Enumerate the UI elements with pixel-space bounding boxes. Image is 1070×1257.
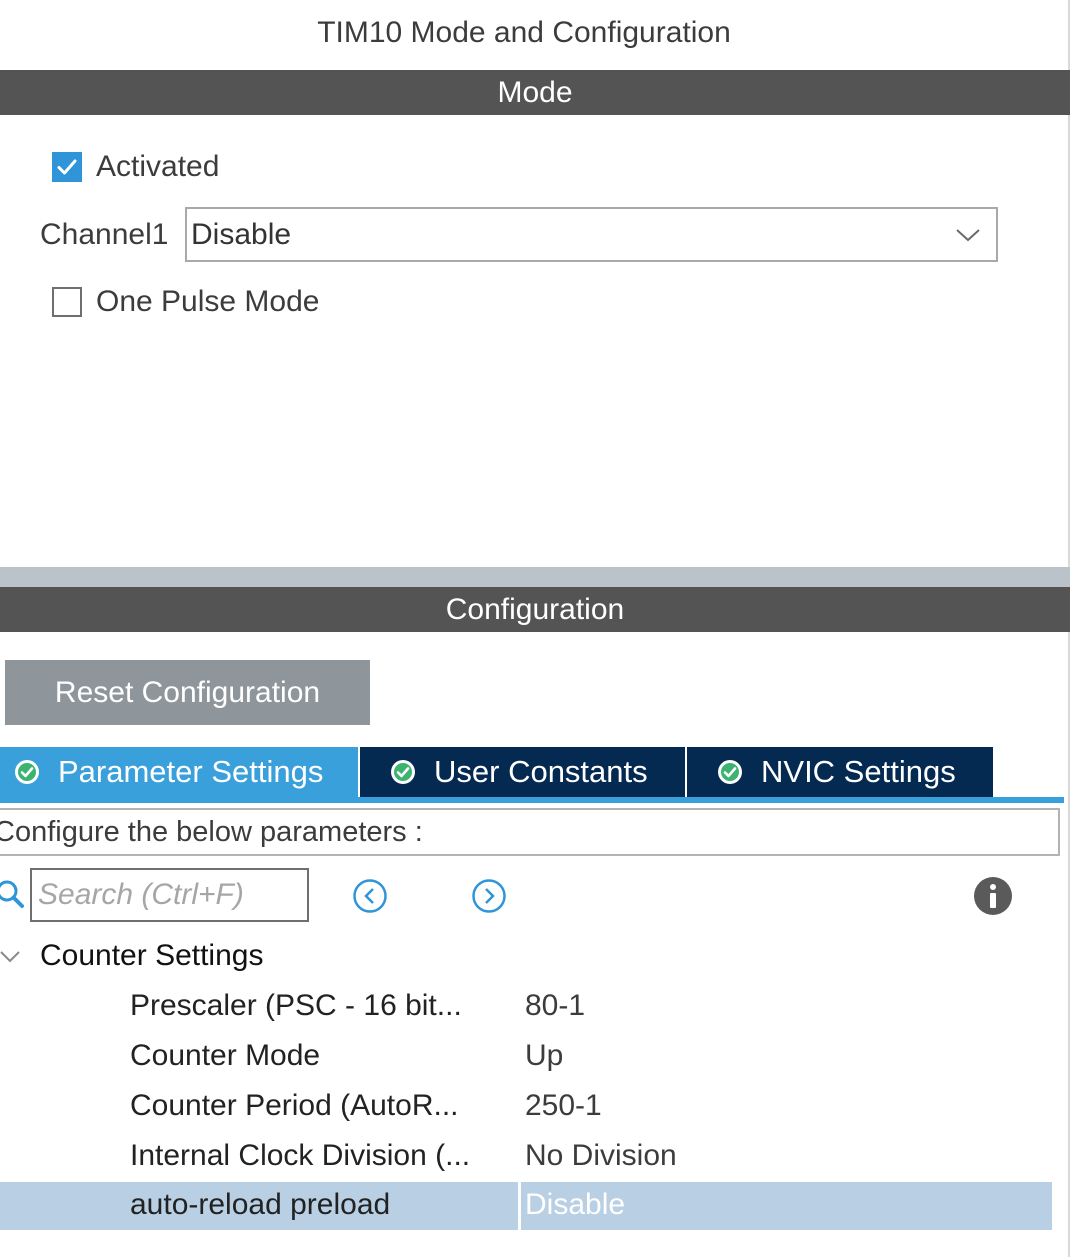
table-row[interactable]: Counter Period (AutoR... 250-1 — [0, 1083, 1052, 1131]
tab-label: Parameter Settings — [58, 754, 324, 789]
tab-underline — [0, 797, 1064, 803]
table-row[interactable]: Prescaler (PSC - 16 bit... 80-1 — [0, 983, 1052, 1031]
mode-section-header: Mode — [0, 70, 1070, 115]
channel1-selected-value: Disable — [191, 217, 292, 251]
param-name: Counter Period (AutoR... — [130, 1089, 459, 1122]
checkmark-icon — [57, 159, 77, 175]
tab-user-constants[interactable]: User Constants — [360, 747, 687, 797]
check-circle-icon — [391, 760, 415, 784]
one-pulse-checkbox-row[interactable]: One Pulse Mode — [52, 285, 319, 319]
section-splitter[interactable] — [0, 567, 1070, 587]
activated-label: Activated — [96, 150, 220, 183]
chevron-down-icon — [956, 229, 980, 242]
param-value[interactable]: Up — [525, 1039, 563, 1073]
tab-label: NVIC Settings — [761, 754, 956, 789]
tab-label: User Constants — [434, 754, 648, 789]
param-name: Counter Mode — [130, 1039, 321, 1072]
activated-checkbox-row[interactable]: Activated — [52, 150, 219, 184]
param-name: Internal Clock Division (... — [130, 1139, 471, 1172]
one-pulse-checkbox[interactable] — [52, 287, 82, 317]
param-value[interactable]: Disable — [525, 1188, 625, 1222]
param-name: Prescaler (PSC - 16 bit... — [130, 989, 462, 1022]
window-title: TIM10 Mode and Configuration — [317, 16, 731, 49]
table-row[interactable]: Counter Mode Up — [0, 1033, 1052, 1081]
check-circle-icon — [718, 760, 742, 784]
param-value[interactable]: 80-1 — [525, 989, 585, 1023]
configuration-section-header: Configuration — [0, 587, 1070, 632]
activated-checkbox[interactable] — [52, 152, 82, 182]
table-row-selected[interactable]: auto-reload preload Disable — [0, 1182, 1052, 1230]
info-icon[interactable] — [973, 876, 1013, 916]
channel1-label: Channel1 — [40, 218, 169, 251]
group-title-counter-settings[interactable]: Counter Settings — [40, 939, 263, 973]
param-value[interactable]: 250-1 — [525, 1089, 602, 1123]
one-pulse-label: One Pulse Mode — [96, 285, 320, 318]
circle-chevron-right-icon[interactable] — [471, 878, 507, 914]
table-row[interactable]: Internal Clock Division (... No Division — [0, 1133, 1052, 1181]
check-circle-icon — [15, 760, 39, 784]
param-value[interactable]: No Division — [525, 1139, 677, 1173]
search-input[interactable] — [30, 868, 309, 922]
cell-divider — [518, 1182, 521, 1230]
configure-parameters-caption: Configure the below parameters : — [0, 808, 1060, 856]
tab-parameter-settings[interactable]: Parameter Settings — [0, 747, 360, 797]
chevron-down-icon[interactable] — [0, 948, 24, 966]
param-name: auto-reload preload — [130, 1188, 391, 1221]
search-icon[interactable] — [0, 878, 26, 910]
reset-configuration-button[interactable]: Reset Configuration — [5, 660, 370, 725]
circle-chevron-left-icon[interactable] — [352, 878, 388, 914]
channel1-select[interactable]: Disable — [185, 207, 998, 262]
config-tabs: Parameter Settings User Constants NVIC S… — [0, 747, 993, 797]
tab-nvic-settings[interactable]: NVIC Settings — [687, 747, 993, 797]
